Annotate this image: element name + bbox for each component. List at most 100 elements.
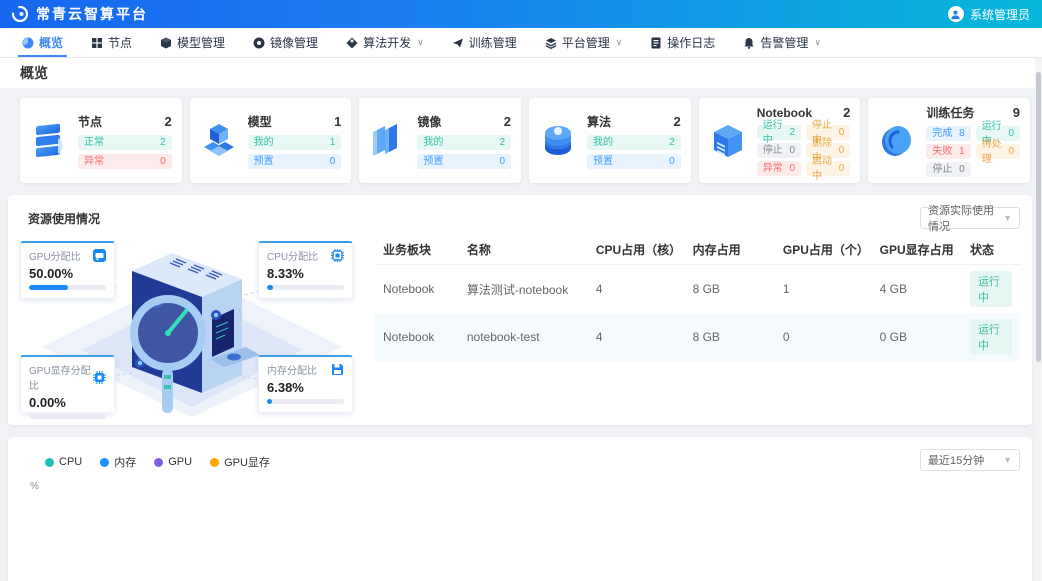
nav-item-training-mgmt[interactable]: 训练管理 bbox=[438, 28, 531, 57]
status-pill: 我的2 bbox=[417, 135, 511, 150]
model-cube-icon bbox=[160, 37, 172, 49]
status-pill: 停止0 bbox=[926, 162, 970, 177]
progress-bar bbox=[267, 399, 344, 404]
progress-bar bbox=[29, 285, 106, 290]
stat-card-total: 9 bbox=[1013, 105, 1020, 120]
status-pill: 异常0 bbox=[78, 154, 172, 169]
stat-card-models[interactable]: 模型 1 我的1 预置0 bbox=[190, 98, 352, 183]
gauge-gpu-memory-allocation: GPU显存分配比 0.00% bbox=[20, 355, 115, 413]
nav-item-platform-mgmt[interactable]: 平台管理 ∨ bbox=[531, 28, 637, 57]
status-pill: 停止0 bbox=[757, 143, 801, 158]
stat-card-total: 2 bbox=[673, 114, 680, 129]
cubes-icon bbox=[198, 120, 240, 162]
status-badge: 运行中 bbox=[970, 271, 1012, 307]
user-avatar-icon bbox=[948, 6, 964, 22]
stat-card-title: 训练任务 bbox=[926, 104, 974, 121]
resource-usage-panel: 资源使用情况 资源实际使用情况 ▼ bbox=[8, 195, 1032, 425]
resource-usage-table: 业务板块 名称 CPU占用（核） 内存占用 GPU占用（个） GPU显存占用 状… bbox=[375, 235, 1020, 417]
time-range-select[interactable]: 最近15分钟 ▼ bbox=[920, 449, 1020, 471]
progress-bar bbox=[29, 414, 106, 419]
app-header: 常青云智算平台 系统管理员 bbox=[0, 0, 1042, 28]
stat-card-total: 2 bbox=[843, 105, 850, 120]
status-pill: 预置0 bbox=[417, 154, 511, 169]
user-name: 系统管理员 bbox=[970, 6, 1030, 23]
legend-item-gpu-vram[interactable]: GPU显存 bbox=[210, 454, 270, 470]
table-row[interactable]: Notebook 算法测试-notebook 4 8 GB 1 4 GB 运行中 bbox=[375, 265, 1020, 314]
gpu-card-icon bbox=[93, 249, 106, 262]
stat-card-total: 1 bbox=[334, 114, 341, 129]
gauge-value: 0.00% bbox=[29, 395, 106, 410]
stat-card-total: 2 bbox=[164, 114, 171, 129]
status-pill: 异常0 bbox=[757, 161, 801, 176]
chevron-down-icon: ▼ bbox=[1003, 213, 1012, 223]
resource-view-select[interactable]: 资源实际使用情况 ▼ bbox=[920, 207, 1020, 229]
user-menu[interactable]: 系统管理员 bbox=[948, 6, 1030, 23]
resource-chart-panel: CPU 内存 GPU GPU显存 最近15分钟 ▼ % bbox=[8, 437, 1032, 581]
discs-icon bbox=[537, 120, 579, 162]
status-pill: 我的2 bbox=[587, 135, 681, 150]
status-pill: 完成8 bbox=[926, 126, 970, 141]
status-badge: 运行中 bbox=[970, 319, 1012, 355]
stat-card-training-tasks[interactable]: 训练任务 9 完成8 运行中0 失败1 待处理0 停止0 bbox=[868, 98, 1030, 183]
alert-bell-icon bbox=[743, 37, 755, 49]
legend-dot bbox=[210, 458, 219, 467]
platform-layers-icon bbox=[545, 37, 557, 49]
algorithm-icon bbox=[346, 37, 358, 49]
table-header-row: 业务板块 名称 CPU占用（核） 内存占用 GPU占用（个） GPU显存占用 状… bbox=[375, 235, 1020, 265]
nav-item-alert-mgmt[interactable]: 告警管理 ∨ bbox=[729, 28, 835, 57]
nav-item-nodes[interactable]: 节点 bbox=[77, 28, 146, 57]
scrollbar-thumb[interactable] bbox=[1036, 72, 1041, 362]
nav-item-model-mgmt[interactable]: 模型管理 bbox=[146, 28, 239, 57]
gauge-memory-allocation: 内存分配比 6.38% bbox=[258, 355, 353, 413]
chart-legend: CPU 内存 GPU GPU显存 bbox=[20, 449, 270, 470]
gauge-cpu-allocation: CPU分配比 8.33% bbox=[258, 241, 353, 299]
chevron-down-icon: ∨ bbox=[616, 37, 623, 48]
node-icon bbox=[91, 37, 103, 49]
gauge-value: 8.33% bbox=[267, 266, 344, 281]
nav-item-operation-log[interactable]: 操作日志 bbox=[636, 28, 729, 57]
status-pill: 预置0 bbox=[587, 154, 681, 169]
nav-item-overview[interactable]: 概览 bbox=[8, 28, 77, 57]
gauge-value: 50.00% bbox=[29, 266, 106, 281]
table-row[interactable]: Notebook notebook-test 4 8 GB 0 0 GB 运行中 bbox=[375, 313, 1020, 361]
stat-card-notebook[interactable]: Notebook 2 运行中2 停止中0 停止0 删除中0 异常0 启动中0 bbox=[699, 98, 861, 183]
stat-card-algorithms[interactable]: 算法 2 我的2 预置0 bbox=[529, 98, 691, 183]
log-icon bbox=[650, 37, 662, 49]
stat-card-nodes[interactable]: 节点 2 正常2 异常0 bbox=[20, 98, 182, 183]
nav-item-image-mgmt[interactable]: 镜像管理 bbox=[239, 28, 332, 57]
stat-card-images[interactable]: 镜像 2 我的2 预置0 bbox=[359, 98, 521, 183]
cpu-chip-icon bbox=[331, 249, 344, 262]
legend-item-gpu[interactable]: GPU bbox=[154, 454, 192, 470]
status-pill: 待处理0 bbox=[976, 144, 1020, 159]
chevron-down-icon: ∨ bbox=[814, 37, 821, 48]
server-illustration: GPU分配比 50.00% CPU分配比 8.33% GPU显存分配比 bbox=[20, 235, 365, 417]
overview-icon bbox=[22, 37, 34, 49]
memory-disk-icon bbox=[331, 363, 344, 376]
gauge-value: 6.38% bbox=[267, 380, 344, 395]
status-pill: 失败1 bbox=[926, 144, 970, 159]
chart-plot-area bbox=[20, 492, 1020, 581]
page-title: 概览 bbox=[0, 58, 1042, 88]
stat-card-title: 节点 bbox=[78, 113, 102, 130]
legend-item-memory[interactable]: 内存 bbox=[100, 454, 136, 470]
chart-unit-label: % bbox=[30, 481, 1020, 492]
cube-box-icon bbox=[707, 120, 749, 162]
stat-card-title: 算法 bbox=[587, 113, 611, 130]
legend-dot bbox=[45, 458, 54, 467]
vertical-scrollbar[interactable] bbox=[1035, 58, 1042, 581]
image-icon bbox=[253, 37, 265, 49]
training-icon bbox=[452, 37, 464, 49]
slabs-icon bbox=[367, 120, 409, 162]
main-nav: 概览 节点 模型管理 镜像管理 算法开发 ∨ 训练管理 平台管理 ∨ 操作日志 … bbox=[0, 28, 1042, 58]
status-pill: 运行中2 bbox=[757, 125, 801, 140]
chevron-down-icon: ∨ bbox=[417, 37, 424, 48]
nav-item-algorithm-dev[interactable]: 算法开发 ∨ bbox=[332, 28, 438, 57]
stat-card-title: 模型 bbox=[248, 113, 272, 130]
legend-item-cpu[interactable]: CPU bbox=[45, 454, 82, 470]
stat-cards-row: 节点 2 正常2 异常0 模型 1 我的1 预置0 bbox=[20, 98, 1030, 183]
status-pill: 正常2 bbox=[78, 135, 172, 150]
progress-bar bbox=[267, 285, 344, 290]
chevron-down-icon: ▼ bbox=[1003, 455, 1012, 465]
status-pill: 我的1 bbox=[248, 135, 342, 150]
stat-card-title: 镜像 bbox=[417, 113, 441, 130]
